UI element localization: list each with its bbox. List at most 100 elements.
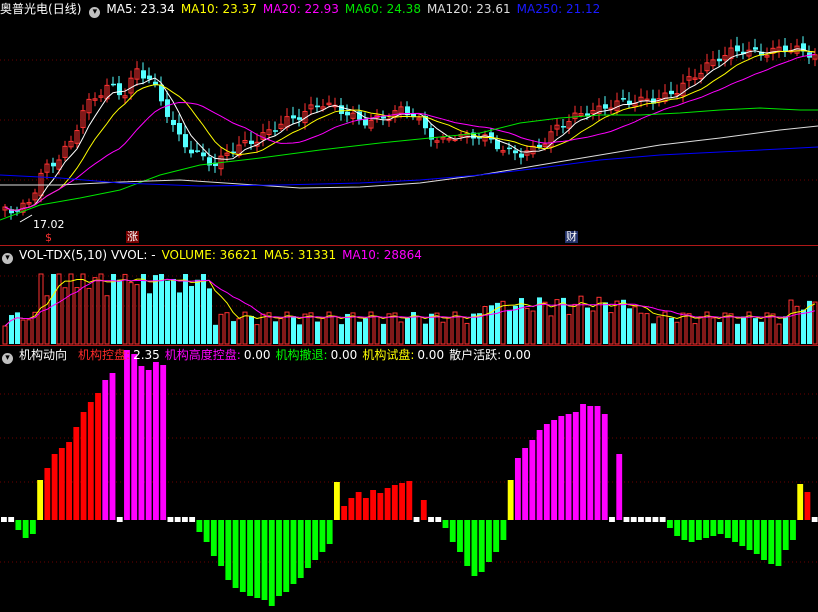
volume-bar-up (386, 313, 392, 345)
volume-bar-up (254, 324, 260, 345)
volume-bar-down (117, 279, 122, 344)
volume-indicator-2: MA5: 31331 (263, 248, 337, 262)
volume-bar-down (735, 323, 740, 344)
volume-bar-up (638, 312, 644, 345)
collapse-icon[interactable]: ▾ (89, 7, 101, 18)
retreat-bar (486, 520, 492, 562)
high-control-bar (109, 373, 116, 520)
volume-bar-down (627, 308, 632, 344)
volume-bar-down (477, 313, 482, 344)
control-bar (391, 485, 398, 520)
neutral-marker (116, 517, 123, 522)
high-control-bar (572, 412, 579, 520)
volume-bar-up (374, 315, 380, 345)
volume-bar-down (141, 274, 146, 344)
candle-down (621, 98, 626, 100)
collapse-icon[interactable]: ▾ (2, 253, 13, 264)
control-bar (44, 468, 51, 520)
retreat-bar (276, 520, 282, 596)
price-pane[interactable]: 奥普光电(日线) ▾ MA5: 23.34 MA10: 23.37 MA20: 22.9… (0, 0, 818, 244)
volume-bar-up (302, 313, 308, 345)
retreat-bar (218, 520, 225, 566)
volume-bar-down (405, 317, 410, 344)
control-bar (406, 481, 413, 520)
institution-chart[interactable] (0, 346, 818, 612)
institution-indicator-0: 机构控盘: 2.35 (78, 348, 160, 362)
control-bar (420, 500, 427, 520)
neutral-marker (811, 517, 818, 522)
volume-bar-down (213, 324, 218, 344)
high-control-bar (124, 350, 130, 520)
candle-down (513, 150, 518, 154)
volume-bar-down (207, 288, 212, 344)
control-bar (95, 393, 101, 520)
institution-indicator-label: 机构控盘: (78, 348, 131, 362)
control-bar (66, 442, 72, 520)
volume-bar-up (524, 307, 530, 345)
volume-bar-down (759, 321, 764, 344)
volume-bar-down (507, 309, 512, 344)
volume-bar-up (614, 300, 620, 345)
candle-down (537, 144, 542, 148)
volume-bar-down (15, 312, 20, 344)
neutral-marker (638, 517, 644, 522)
volume-bar-up (680, 312, 686, 345)
volume-bar-down (345, 313, 350, 344)
control-bar (73, 427, 80, 520)
volume-bar-up (320, 317, 326, 345)
candle-down (159, 84, 164, 102)
volume-bar-up (632, 306, 638, 345)
volume-bar-down (195, 279, 200, 344)
retreat-bar (247, 520, 253, 596)
retreat-bar (478, 520, 485, 572)
retreat-bar (232, 520, 239, 588)
volume-indicator-name: VOL-TDX(5,10) (19, 248, 108, 262)
retreat-bar (305, 520, 311, 568)
neutral-marker (435, 517, 442, 522)
volume-bar-up (236, 318, 242, 345)
retreat-bar (239, 520, 246, 592)
control-bar (80, 412, 87, 520)
volume-bar-up (218, 313, 224, 345)
ma60-line (0, 107, 818, 221)
volume-pane[interactable]: ▾ VOL-TDX(5,10) VVOL: - VOLUME: 36621 MA5: 3… (0, 246, 818, 345)
event-mark-zhang[interactable]: 涨 (126, 231, 139, 243)
retreat-bar (297, 520, 304, 578)
volume-bar-down (651, 323, 656, 344)
volume-bar-up (398, 321, 404, 345)
candle-down (273, 130, 278, 132)
volume-bar-down (621, 299, 626, 344)
institution-indicator-label: 机构高度控盘: (164, 348, 241, 362)
price-indicator-0: MA5: 23.34 (106, 2, 175, 16)
volume-bar-up (260, 313, 266, 345)
event-mark-cai[interactable]: 财 (565, 231, 578, 243)
retreat-bar (739, 520, 746, 546)
control-bar (348, 498, 355, 520)
retreat-bar (442, 520, 449, 528)
stock-name: 奥普光电 (0, 2, 49, 16)
volume-indicator-0: VVOL: - (111, 248, 156, 262)
volume-bar-down (171, 278, 176, 344)
retreat-bar (254, 520, 261, 598)
control-bar (399, 483, 405, 520)
volume-bar-up (686, 313, 692, 345)
retreat-bar (268, 520, 275, 606)
collapse-icon[interactable]: ▾ (2, 353, 13, 364)
volume-bar-down (183, 274, 188, 344)
candle-down (141, 70, 146, 79)
retreat-bar (203, 520, 210, 542)
volume-bar-down (513, 305, 518, 344)
control-bar (87, 402, 94, 520)
price-indicators: MA5: 23.34 MA10: 23.37 MA20: 22.93 MA60: 24… (106, 2, 606, 16)
price-indicator-5: MA250: 21.12 (516, 2, 601, 16)
neutral-marker (428, 517, 434, 522)
volume-indicators: VVOL: - VOLUME: 36621 MA5: 31331 MA10: 2886… (111, 248, 428, 262)
retreat-bar (449, 520, 456, 542)
institution-pane[interactable]: ▾ 机构动向 机构控盘: 2.35 机构高度控盘: 0.00 机构撤退: 0.00 机构试盘: 0… (0, 346, 818, 612)
retreat-bar (768, 520, 775, 564)
retreat-bar (29, 520, 36, 534)
candlestick-chart[interactable] (0, 0, 818, 244)
ma250-line (0, 146, 818, 187)
chart-period: (日线) (48, 2, 82, 16)
event-mark-dollar[interactable]: $ (45, 232, 52, 244)
